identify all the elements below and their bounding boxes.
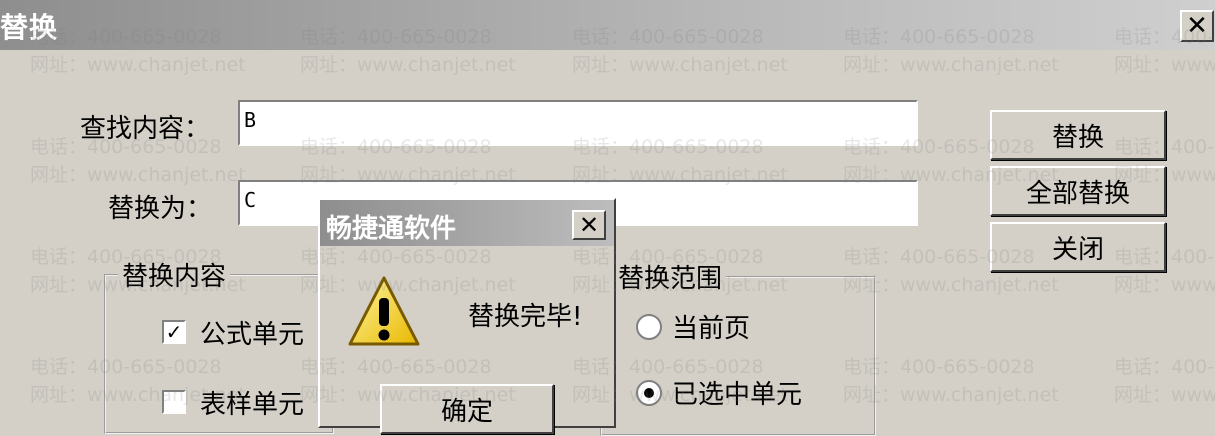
watermark-site: 网址：www.chanjet.net [30, 164, 246, 186]
replace-all-button[interactable]: 全部替换 [990, 166, 1166, 216]
checkmark-icon: ✓ [165, 320, 183, 344]
replace-button[interactable]: 替换 [990, 110, 1166, 160]
watermark-site: 网址：www.chanjet.net [843, 54, 1059, 76]
close-icon: ✕ [578, 211, 600, 239]
watermark-site: 网址：www.chanjet.net [1114, 54, 1215, 76]
dialog-close-button[interactable]: ✕ [1180, 10, 1214, 42]
close-button[interactable]: 关闭 [990, 222, 1166, 272]
watermark-site: 网址：www.chanjet.net [1114, 274, 1215, 296]
watermark-site: 网址：www.chanjet.net [300, 54, 516, 76]
watermark-site: 网址：www.chanjet.net [572, 54, 788, 76]
warning-icon [348, 276, 420, 346]
watermark-phone: 电话：400-665-0028 [1114, 356, 1215, 378]
watermark-site: 网址：www.chanjet.net [30, 54, 246, 76]
formula-cell-label: 公式单元 [200, 320, 305, 350]
watermark-site: 网址：www.chanjet.net [1114, 384, 1215, 406]
message-text: 替换完毕! [468, 302, 583, 332]
radio-dot-icon [644, 388, 654, 398]
current-page-radio[interactable] [636, 314, 662, 340]
replace-label: 替换为： [108, 194, 213, 224]
selected-cells-radio[interactable] [636, 380, 662, 406]
message-box-title: 畅捷通软件 [326, 214, 457, 244]
find-input[interactable]: B [238, 100, 918, 146]
replace-content-title: 替换内容 [118, 256, 231, 293]
find-label: 查找内容： [80, 114, 211, 144]
message-box: 畅捷通软件 ✕ 替换完毕! 确定 [318, 198, 616, 434]
dialog-title: 替换 [0, 11, 59, 44]
ok-button[interactable]: 确定 [380, 384, 554, 434]
message-box-close-button[interactable]: ✕ [572, 210, 606, 240]
selected-cells-label: 已选中单元 [672, 380, 803, 410]
template-cell-checkbox[interactable] [162, 390, 186, 414]
dialog-title-bar [0, 0, 1215, 50]
replace-range-group [600, 276, 876, 436]
replace-range-title: 替换范围 [614, 258, 727, 295]
template-cell-label: 表样单元 [200, 390, 305, 420]
close-icon: ✕ [1186, 11, 1208, 41]
formula-cell-checkbox[interactable]: ✓ [162, 320, 186, 344]
current-page-label: 当前页 [672, 314, 751, 344]
